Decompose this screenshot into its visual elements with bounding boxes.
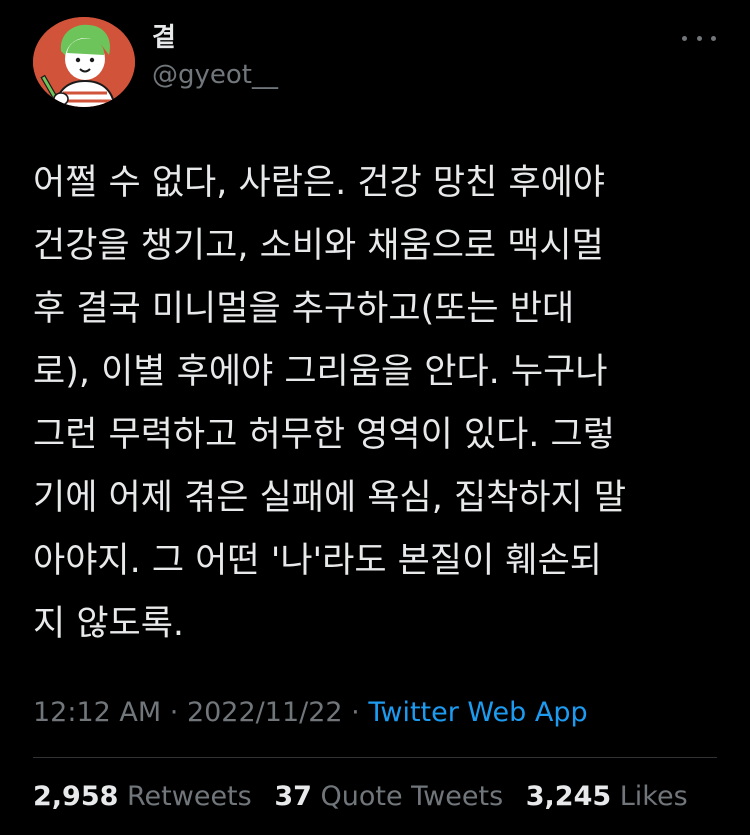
tweet-source-link[interactable]: Twitter Web App	[368, 697, 587, 728]
more-horizontal-icon-dot	[696, 35, 702, 41]
author-display-name[interactable]: 곁	[152, 22, 278, 54]
tweet-stats: 2,958 Retweets 37 Quote Tweets 3,245 Lik…	[33, 778, 702, 816]
author-handle[interactable]: @gyeot__	[152, 58, 278, 92]
retweets-count: 2,958	[33, 781, 119, 812]
quote-tweets-stat[interactable]: 37 Quote Tweets	[274, 781, 503, 812]
more-options-button[interactable]	[682, 28, 716, 48]
quote-tweets-label: Quote Tweets	[320, 781, 504, 812]
tweet-time[interactable]: 12:12 AM	[33, 697, 161, 728]
divider	[33, 757, 717, 758]
quote-tweets-count: 37	[274, 781, 312, 812]
meta-separator: ·	[351, 697, 360, 728]
more-horizontal-icon	[682, 35, 687, 41]
likes-stat[interactable]: 3,245 Likes	[526, 781, 688, 812]
likes-label: Likes	[619, 781, 688, 812]
tweet-detail: 곁 @gyeot__ 어쩔 수 없다, 사람은. 건강 망친 후에야 건강을 챙…	[0, 0, 750, 835]
avatar[interactable]	[33, 17, 135, 107]
tweet-text: 어쩔 수 없다, 사람은. 건강 망친 후에야 건강을 챙기고, 소비와 채움으…	[33, 163, 627, 644]
tweet-meta: 12:12 AM · 2022/11/22 · Twitter Web App	[33, 695, 588, 731]
tweet-date[interactable]: 2022/11/22	[187, 697, 343, 728]
retweets-label: Retweets	[127, 781, 252, 812]
avatar-illustration	[33, 17, 135, 107]
more-horizontal-icon-dot	[711, 35, 716, 41]
author-block: 곁 @gyeot__	[152, 22, 278, 92]
retweets-stat[interactable]: 2,958 Retweets	[33, 781, 252, 812]
meta-separator: ·	[169, 697, 179, 728]
likes-count: 3,245	[525, 781, 612, 812]
